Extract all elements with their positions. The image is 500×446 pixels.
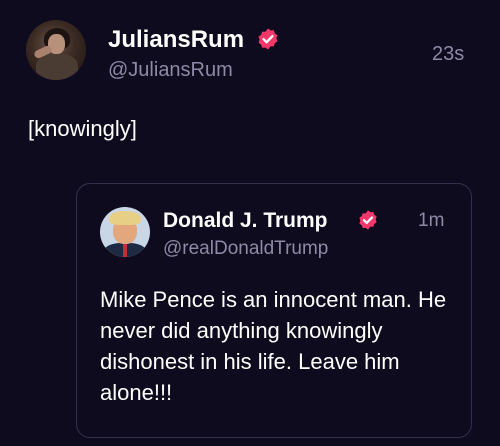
author-avatar[interactable] — [26, 20, 86, 80]
author-handle[interactable]: @JuliansRum — [108, 59, 233, 82]
verified-badge-icon — [359, 210, 377, 230]
quoted-tweet-timestamp[interactable]: 1m — [418, 210, 444, 232]
tweet-text: [knowingly] — [28, 116, 137, 141]
verified-badge-icon — [258, 28, 278, 50]
tweet-timestamp[interactable]: 23s — [432, 43, 464, 66]
author-display-name[interactable]: JuliansRum — [108, 26, 244, 54]
quoted-tweet-text: Mike Pence is an innocent man. He never … — [100, 287, 447, 405]
quoted-author-display-name[interactable]: Donald J. Trump — [163, 209, 328, 233]
quoted-author-handle[interactable]: @realDonaldTrump — [163, 238, 328, 260]
quoted-author-avatar[interactable] — [100, 207, 150, 257]
